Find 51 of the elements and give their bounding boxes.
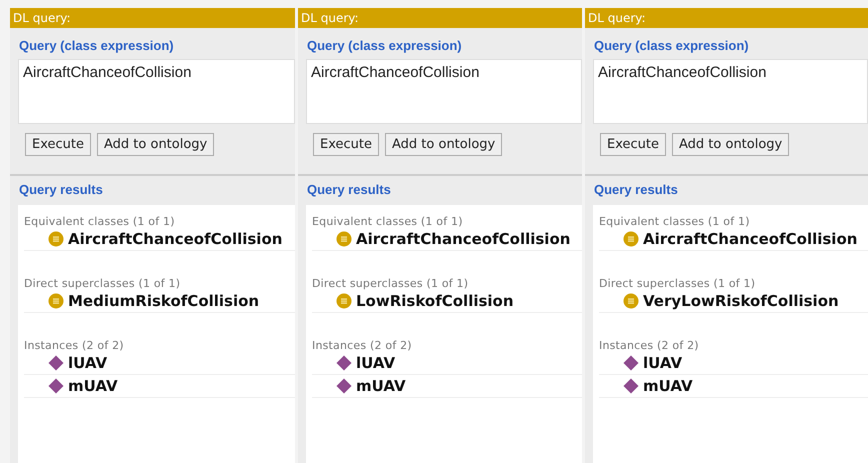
section-heading: Equivalent classes (1 of 1) xyxy=(24,215,176,228)
section-heading: Instances (2 of 2) xyxy=(24,339,125,352)
section-label: Query results xyxy=(593,181,679,197)
result-item[interactable]: AircraftChanceofCollision xyxy=(68,230,282,248)
section-label: Query results xyxy=(18,181,104,197)
panel-title: DL query: xyxy=(10,8,295,28)
result-item[interactable]: mUAV xyxy=(68,377,118,395)
result-item[interactable]: lUAV xyxy=(68,354,108,372)
result-item[interactable]: VeryLowRiskofCollision xyxy=(643,292,839,310)
execute-button[interactable]: Execute xyxy=(313,133,379,156)
section-heading: Instances (2 of 2) xyxy=(312,339,413,352)
section-label: Query (class expression) xyxy=(306,37,463,53)
diamond-icon xyxy=(48,355,64,371)
add-button[interactable]: Add to ontology xyxy=(385,133,502,156)
section-heading: Equivalent classes (1 of 1) xyxy=(312,215,464,228)
panel-title: DL query: xyxy=(298,8,582,28)
result-item[interactable]: mUAV xyxy=(356,377,406,395)
query-field[interactable]: AircraftChanceofCollision xyxy=(18,59,295,124)
diamond-icon xyxy=(623,378,639,394)
diamond-icon xyxy=(336,355,352,371)
result-item[interactable]: lUAV xyxy=(643,354,682,372)
add-button[interactable]: Add to ontology xyxy=(97,133,214,156)
result-item[interactable]: LowRiskofCollision xyxy=(356,292,514,310)
class-icon xyxy=(48,231,64,247)
section-heading: Direct superclasses (1 of 1) xyxy=(599,277,756,290)
panel-title: DL query: xyxy=(585,8,868,28)
section-heading: Instances (2 of 2) xyxy=(599,339,700,352)
add-button[interactable]: Add to ontology xyxy=(672,133,790,156)
section-label: Query (class expression) xyxy=(593,37,750,53)
class-icon xyxy=(623,293,639,309)
section-label: Query (class expression) xyxy=(18,37,175,53)
section-heading: Equivalent classes (1 of 1) xyxy=(599,215,751,228)
class-icon xyxy=(48,293,64,309)
query-field[interactable]: AircraftChanceofCollision xyxy=(306,59,582,124)
class-icon xyxy=(336,231,352,247)
result-item[interactable]: lUAV xyxy=(356,354,396,372)
class-icon xyxy=(623,231,639,247)
result-item[interactable]: MediumRiskofCollision xyxy=(68,292,260,310)
section-label: Query results xyxy=(306,181,392,197)
execute-button[interactable]: Execute xyxy=(600,133,666,156)
result-item[interactable]: mUAV xyxy=(643,377,693,395)
query-field[interactable]: AircraftChanceofCollision xyxy=(593,59,868,124)
result-item[interactable]: AircraftChanceofCollision xyxy=(356,230,570,248)
execute-button[interactable]: Execute xyxy=(25,133,91,156)
diamond-icon xyxy=(48,378,64,394)
section-heading: Direct superclasses (1 of 1) xyxy=(312,277,470,290)
class-icon xyxy=(336,293,352,309)
diamond-icon xyxy=(336,378,352,394)
section-heading: Direct superclasses (1 of 1) xyxy=(24,277,182,290)
diamond-icon xyxy=(623,355,639,371)
result-item[interactable]: AircraftChanceofCollision xyxy=(643,230,858,248)
